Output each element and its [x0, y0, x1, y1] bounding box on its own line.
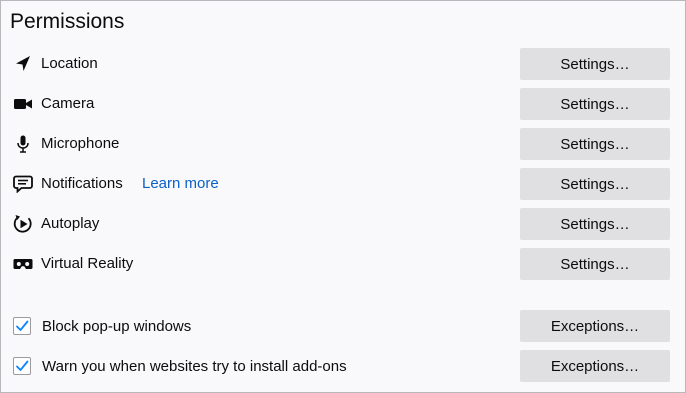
- notification-bubble-icon: [13, 175, 33, 193]
- permissions-panel: Permissions Location Settings… Camera Se…: [0, 0, 686, 393]
- camera-settings-button[interactable]: Settings…: [520, 88, 670, 120]
- warn-addons-checkbox[interactable]: [13, 357, 31, 375]
- virtual-reality-settings-button[interactable]: Settings…: [520, 248, 670, 280]
- location-settings-button[interactable]: Settings…: [520, 48, 670, 80]
- block-popups-label[interactable]: Block pop-up windows: [42, 319, 191, 335]
- block-popups-checkbox[interactable]: [13, 317, 31, 335]
- microphone-settings-button[interactable]: Settings…: [520, 128, 670, 160]
- camera-icon: [13, 95, 33, 113]
- permission-label-microphone: Microphone: [41, 135, 120, 152]
- microphone-icon: [13, 135, 33, 153]
- permission-label-location: Location: [41, 55, 98, 72]
- permission-row-notifications: Notifications Learn more Settings…: [1, 168, 685, 200]
- option-row-block-popups: Block pop-up windows Exceptions…: [1, 310, 685, 342]
- permission-row-virtual-reality: Virtual Reality Settings…: [1, 248, 685, 280]
- permission-row-microphone: Microphone Settings…: [1, 128, 685, 160]
- permission-label-autoplay: Autoplay: [41, 215, 100, 232]
- checkmark-icon: [16, 320, 29, 331]
- autoplay-icon: [13, 215, 33, 233]
- autoplay-settings-button[interactable]: Settings…: [520, 208, 670, 240]
- section-title: Permissions: [10, 10, 125, 33]
- permission-row-location: Location Settings…: [1, 48, 685, 80]
- option-row-warn-addons: Warn you when websites try to install ad…: [1, 350, 685, 382]
- permission-row-camera: Camera Settings…: [1, 88, 685, 120]
- location-arrow-icon: [13, 55, 33, 73]
- permission-label-virtual-reality: Virtual Reality: [41, 255, 134, 272]
- popups-exceptions-button[interactable]: Exceptions…: [520, 310, 670, 342]
- checkmark-icon: [16, 360, 29, 371]
- permission-label-notifications: Notifications: [41, 175, 123, 192]
- learn-more-link[interactable]: Learn more: [142, 176, 219, 192]
- addons-exceptions-button[interactable]: Exceptions…: [520, 350, 670, 382]
- permission-label-camera: Camera: [41, 95, 95, 112]
- permission-row-autoplay: Autoplay Settings…: [1, 208, 685, 240]
- notifications-settings-button[interactable]: Settings…: [520, 168, 670, 200]
- vr-headset-icon: [13, 255, 33, 273]
- warn-addons-label[interactable]: Warn you when websites try to install ad…: [42, 359, 347, 375]
